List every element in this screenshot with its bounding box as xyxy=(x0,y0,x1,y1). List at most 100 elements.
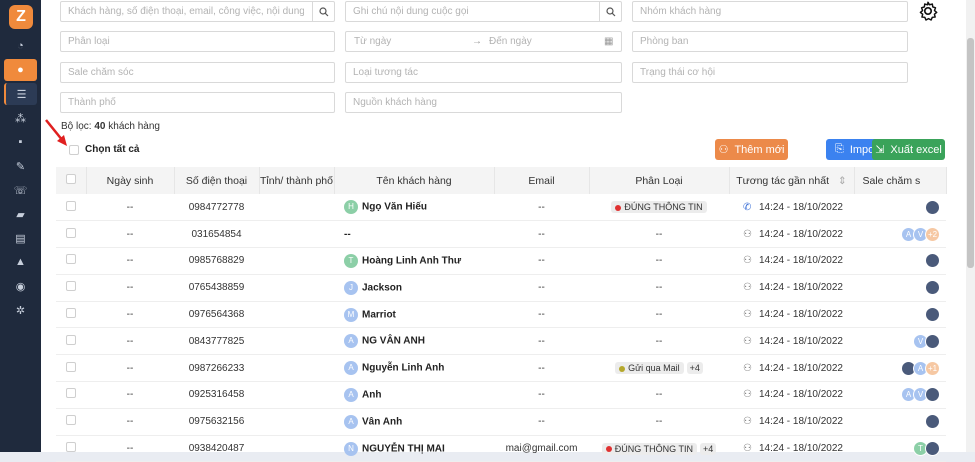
row-checkbox-cell[interactable] xyxy=(56,301,86,329)
to-date-placeholder[interactable]: Đến ngày xyxy=(489,36,532,47)
header-checkbox-cell[interactable] xyxy=(56,167,87,194)
select-all[interactable]: Chọn tất cả xyxy=(69,144,139,155)
opportunity-status-select[interactable] xyxy=(632,62,908,83)
vertical-scrollbar[interactable] xyxy=(966,0,975,452)
edit-icon[interactable]: ✎ xyxy=(4,155,37,177)
scrollbar-thumb[interactable] xyxy=(967,38,974,268)
chart-icon[interactable]: ▤ xyxy=(4,227,37,249)
product-icon[interactable]: ▲ xyxy=(4,251,37,273)
sale-more-count[interactable]: +2 xyxy=(925,226,940,242)
customer-name-cell[interactable]: T Hoàng Linh Anh Thư xyxy=(334,247,494,275)
row-checkbox-cell[interactable] xyxy=(56,408,86,436)
phone-icon[interactable]: ☏ xyxy=(4,179,37,201)
interaction-type-select[interactable] xyxy=(345,62,622,83)
source-select[interactable] xyxy=(345,92,622,113)
customer-name[interactable]: Anh xyxy=(362,390,381,401)
interaction-type-input[interactable] xyxy=(346,63,621,82)
customer-search-field[interactable] xyxy=(60,1,335,22)
customer-name[interactable]: NGUYỄN THỊ MAI xyxy=(362,443,445,454)
logo-icon[interactable]: Z xyxy=(9,5,33,29)
header-last-interaction[interactable]: Tương tác gần nhất ⇕ xyxy=(729,167,855,194)
row-checkbox[interactable] xyxy=(66,415,76,426)
row-checkbox-cell[interactable] xyxy=(56,354,86,383)
date-range-picker[interactable]: Từ ngày → Đến ngày ▦ xyxy=(345,31,622,52)
select-all-checkbox[interactable] xyxy=(69,144,79,155)
row-checkbox[interactable] xyxy=(66,361,76,372)
search-icon[interactable] xyxy=(599,2,621,21)
sale-select[interactable] xyxy=(60,62,335,83)
customer-name[interactable]: -- xyxy=(344,229,351,240)
add-new-button[interactable]: ⚇ Thêm mới xyxy=(715,139,788,160)
row-checkbox-cell[interactable] xyxy=(56,381,86,409)
table-row[interactable]: -- 0765438859 J Jackson -- -- ⚇ 14:24 - 18/10/2… xyxy=(56,274,946,302)
row-checkbox-cell[interactable] xyxy=(56,327,86,356)
header-checkbox[interactable] xyxy=(65,174,76,184)
customer-name-cell[interactable]: H Ngọ Văn Hiếu xyxy=(334,194,494,222)
customer-name-cell[interactable]: -- xyxy=(334,220,494,249)
from-date-placeholder[interactable]: Từ ngày xyxy=(354,36,391,47)
note-search-input[interactable] xyxy=(346,2,598,21)
department-input[interactable] xyxy=(633,32,907,51)
row-checkbox[interactable] xyxy=(66,281,76,292)
row-checkbox[interactable] xyxy=(66,227,76,238)
table-row[interactable]: -- 0843777825 A NG VÂN ANH -- -- ⚇ 14:24 - 18/1… xyxy=(56,327,946,356)
list-icon[interactable]: ☰ xyxy=(4,83,37,105)
customer-name[interactable]: Vân Anh xyxy=(362,416,402,427)
row-checkbox-cell[interactable] xyxy=(56,220,86,249)
sale-more-count[interactable]: +1 xyxy=(925,360,940,376)
table-row[interactable]: -- 0976564368 M Marriot -- -- ⚇ 14:24 - 18/10/2… xyxy=(56,301,946,329)
customer-name-cell[interactable]: A Vân Anh xyxy=(334,408,494,436)
customer-name[interactable]: Nguyễn Linh Anh xyxy=(362,363,444,374)
opportunity-status-input[interactable] xyxy=(633,63,907,82)
table-row[interactable]: -- 0925316458 A Anh -- -- ⚇ 14:24 - 18/10/2022 A… xyxy=(56,381,946,409)
settings-icon[interactable]: ✲ xyxy=(4,299,37,321)
customer-group-select[interactable] xyxy=(632,1,908,22)
user-icon[interactable]: ◉ xyxy=(4,275,37,297)
group-icon[interactable]: ⁂ xyxy=(4,107,37,129)
customer-name-cell[interactable]: J Jackson xyxy=(334,274,494,302)
customer-name-cell[interactable]: A Anh xyxy=(334,381,494,409)
gear-icon[interactable] xyxy=(917,0,939,22)
department-select[interactable] xyxy=(632,31,908,52)
table-row[interactable]: -- 0984772778 H Ngọ Văn Hiếu -- ĐÚNG THÔNG TI… xyxy=(56,194,946,222)
customer-icon[interactable]: ● xyxy=(4,59,37,81)
search-icon[interactable] xyxy=(312,2,334,21)
sort-icon[interactable]: ⇕ xyxy=(838,175,847,187)
table-row[interactable]: -- 0987266233 A Nguyễn Linh Anh -- Gửi qua Ma… xyxy=(56,354,946,383)
row-checkbox-cell[interactable] xyxy=(56,247,86,275)
row-checkbox-cell[interactable] xyxy=(56,194,86,222)
category-select[interactable] xyxy=(60,31,335,52)
table-row[interactable]: -- 0985768829 T Hoàng Linh Anh Thư -- -- ⚇ 14:2… xyxy=(56,247,946,275)
row-checkbox[interactable] xyxy=(66,442,76,453)
customer-group-input[interactable] xyxy=(633,2,907,21)
customer-name[interactable]: Marriot xyxy=(362,309,396,320)
customer-name[interactable]: Jackson xyxy=(362,282,402,293)
customer-name-cell[interactable]: A Nguyễn Linh Anh xyxy=(334,354,494,383)
sale-input[interactable] xyxy=(61,63,334,82)
export-excel-button[interactable]: ⇲ Xuất excel xyxy=(872,139,945,160)
row-checkbox[interactable] xyxy=(66,254,76,265)
dashboard-icon[interactable]: ◔ xyxy=(4,35,37,57)
category-input[interactable] xyxy=(61,32,334,51)
customer-name-cell[interactable]: N NGUYỄN THỊ MAI xyxy=(334,435,494,462)
customer-name[interactable]: Ngọ Văn Hiếu xyxy=(362,202,427,213)
city-input[interactable] xyxy=(61,93,334,112)
table-row[interactable]: -- 0938420487 N NGUYỄN THỊ MAI mai@gmail.com… xyxy=(56,435,946,462)
customer-name-cell[interactable]: M Marriot xyxy=(334,301,494,329)
note-search-field[interactable] xyxy=(345,1,622,22)
ticket-icon[interactable]: ▰ xyxy=(4,203,37,225)
table-row[interactable]: -- 0975632156 A Vân Anh -- -- ⚇ 14:24 - 18/10/2… xyxy=(56,408,946,436)
customer-name[interactable]: NG VÂN ANH xyxy=(362,336,425,347)
category-more[interactable]: +4 xyxy=(686,362,703,375)
customer-name-cell[interactable]: A NG VÂN ANH xyxy=(334,327,494,356)
row-checkbox[interactable] xyxy=(66,334,76,345)
customer-name[interactable]: Hoàng Linh Anh Thư xyxy=(362,256,461,267)
table-row[interactable]: -- 031654854 -- -- -- ⚇ 14:24 - 18/10/2022 A V +2 xyxy=(56,220,946,249)
row-checkbox-cell[interactable] xyxy=(56,435,86,462)
row-checkbox[interactable] xyxy=(66,388,76,399)
briefcase-icon[interactable]: ▪ xyxy=(4,131,37,153)
customer-search-input[interactable] xyxy=(61,2,311,21)
city-select[interactable] xyxy=(60,92,335,113)
category-more[interactable]: +4 xyxy=(699,442,717,455)
calendar-icon[interactable]: ▦ xyxy=(604,36,613,47)
